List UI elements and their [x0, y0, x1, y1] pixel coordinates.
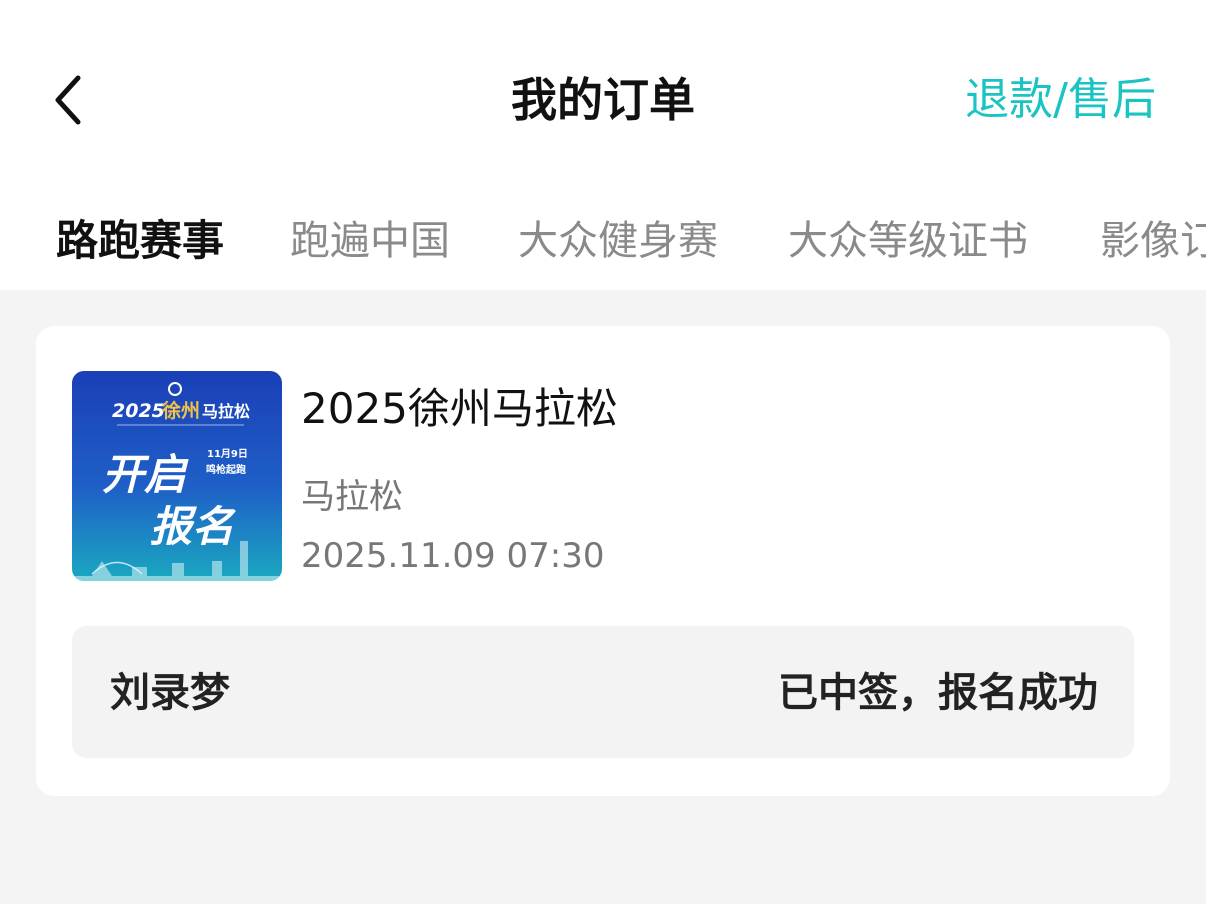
- participant-name: 刘录梦: [110, 670, 230, 716]
- order-card[interactable]: 2025 徐州 马拉松 开启 报名 11月9日 鸣枪起跑 2025徐州马拉松 马…: [36, 326, 1170, 796]
- refund-aftersale-link[interactable]: 退款/售后: [965, 70, 1156, 130]
- tab-grade-certificate[interactable]: 大众等级证书: [788, 205, 1028, 277]
- top-bar: 我的订单 退款/售后 路跑赛事 跑遍中国 大众健身赛 大众等级证书 影像订: [0, 0, 1206, 290]
- poster-date-badge-1: 11月9日: [207, 448, 248, 460]
- tab-public-fitness[interactable]: 大众健身赛: [518, 205, 718, 277]
- tab-road-running[interactable]: 路跑赛事: [56, 205, 224, 277]
- event-type: 马拉松: [301, 477, 403, 517]
- poster-date-badge-2: 鸣枪起跑: [206, 463, 246, 476]
- poster-big-line-2: 报名: [150, 502, 236, 551]
- event-name: 2025徐州马拉松: [301, 384, 618, 433]
- back-button[interactable]: [40, 70, 96, 130]
- poster-headline-year: 2025: [112, 400, 165, 422]
- poster-headline-city: 徐州: [161, 399, 200, 422]
- chevron-left-icon: [55, 75, 81, 125]
- event-poster-image[interactable]: 2025 徐州 马拉松 开启 报名 11月9日 鸣枪起跑: [72, 371, 282, 581]
- participant-row[interactable]: 刘录梦 已中签，报名成功: [72, 626, 1134, 758]
- tab-run-china[interactable]: 跑遍中国: [290, 205, 450, 277]
- tab-photo-orders[interactable]: 影像订: [1100, 205, 1206, 277]
- poster-headline-rest: 马拉松: [202, 402, 250, 421]
- poster-big-line-1: 开启: [102, 450, 189, 499]
- registration-status: 已中签，报名成功: [778, 670, 1098, 716]
- event-time: 2025.11.09 07:30: [301, 536, 605, 576]
- order-category-tabs: 路跑赛事 跑遍中国 大众健身赛 大众等级证书 影像订: [0, 205, 1206, 277]
- poster-graphic: 2025 徐州 马拉松 开启 报名 11月9日 鸣枪起跑: [72, 382, 282, 581]
